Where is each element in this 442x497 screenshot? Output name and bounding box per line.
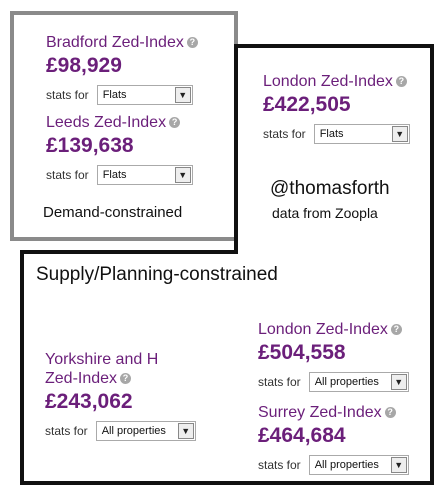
- chevron-down-icon[interactable]: ▼: [177, 423, 194, 439]
- property-type-select[interactable]: All properties ▼: [95, 421, 196, 441]
- property-type-select[interactable]: Flats ▼: [96, 85, 193, 105]
- stats-label: stats for: [258, 375, 301, 389]
- supply-constrained-label: Supply/Planning-constrained: [36, 264, 278, 285]
- property-type-select[interactable]: All properties ▼: [308, 455, 409, 475]
- yorkshire-title-line1: Yorkshire and H: [45, 351, 159, 368]
- london-all-stats-row: stats for All properties ▼: [258, 372, 409, 392]
- yorkshire-stats-row: stats for All properties ▼: [45, 421, 196, 441]
- stats-label: stats for: [258, 458, 301, 472]
- select-value: Flats: [102, 169, 127, 181]
- leeds-title: Leeds Zed-Index?: [46, 113, 193, 132]
- select-value: All properties: [314, 376, 379, 388]
- chevron-down-icon[interactable]: ▼: [390, 374, 407, 390]
- property-type-select[interactable]: Flats ▼: [313, 124, 410, 144]
- leeds-value: £139,638: [46, 134, 134, 157]
- property-type-select[interactable]: Flats ▼: [96, 165, 193, 185]
- stats-label: stats for: [46, 168, 89, 182]
- help-icon[interactable]: ?: [395, 76, 407, 88]
- supply-frame-left-edge: [20, 250, 24, 485]
- stats-label: stats for: [263, 127, 306, 141]
- select-value: Flats: [102, 89, 127, 101]
- supply-frame-joint: [20, 250, 238, 254]
- bradford-stats-row: stats for Flats ▼: [46, 85, 198, 105]
- chevron-down-icon[interactable]: ▼: [390, 457, 407, 473]
- select-value: All properties: [101, 425, 166, 437]
- select-value: Flats: [319, 128, 344, 140]
- chevron-down-icon[interactable]: ▼: [174, 87, 191, 103]
- london-flats-widget: London Zed-Index? £422,505 stats for Fla…: [263, 72, 410, 144]
- help-icon[interactable]: ?: [186, 37, 198, 49]
- leeds-stats-row: stats for Flats ▼: [46, 165, 193, 185]
- stats-label: stats for: [46, 88, 89, 102]
- yorkshire-value: £243,062: [45, 390, 133, 413]
- select-value: All properties: [314, 459, 379, 471]
- demand-constrained-label: Demand-constrained: [43, 204, 183, 221]
- bradford-widget: Bradford Zed-Index? £98,929 stats for Fl…: [46, 33, 198, 105]
- yorkshire-title-line2: Zed-Index?: [45, 369, 196, 388]
- london-all-title: London Zed-Index?: [258, 320, 409, 339]
- help-icon[interactable]: ?: [120, 373, 132, 385]
- london-all-value: £504,558: [258, 341, 346, 364]
- chevron-down-icon[interactable]: ▼: [174, 167, 191, 183]
- yorkshire-widget: Yorkshire and H Zed-Index? £243,062 stat…: [45, 350, 196, 441]
- help-icon[interactable]: ?: [169, 117, 181, 129]
- london-flats-value: £422,505: [263, 93, 351, 116]
- stats-label: stats for: [45, 424, 88, 438]
- london-all-widget: London Zed-Index? £504,558 stats for All…: [258, 320, 409, 392]
- surrey-value: £464,684: [258, 424, 346, 447]
- surrey-widget: Surrey Zed-Index? £464,684 stats for All…: [258, 403, 409, 475]
- help-icon[interactable]: ?: [390, 324, 402, 336]
- leeds-widget: Leeds Zed-Index? £139,638 stats for Flat…: [46, 113, 193, 185]
- help-icon[interactable]: ?: [384, 407, 396, 419]
- london-flats-stats-row: stats for Flats ▼: [263, 124, 410, 144]
- surrey-title: Surrey Zed-Index?: [258, 403, 409, 422]
- chevron-down-icon[interactable]: ▼: [391, 126, 408, 142]
- surrey-stats-row: stats for All properties ▼: [258, 455, 409, 475]
- bradford-value: £98,929: [46, 54, 122, 77]
- london-flats-title: London Zed-Index?: [263, 72, 410, 91]
- credit-source: data from Zoopla: [272, 205, 378, 221]
- credit-handle: @thomasforth: [270, 178, 390, 199]
- property-type-select[interactable]: All properties ▼: [308, 372, 409, 392]
- bradford-title: Bradford Zed-Index?: [46, 33, 198, 52]
